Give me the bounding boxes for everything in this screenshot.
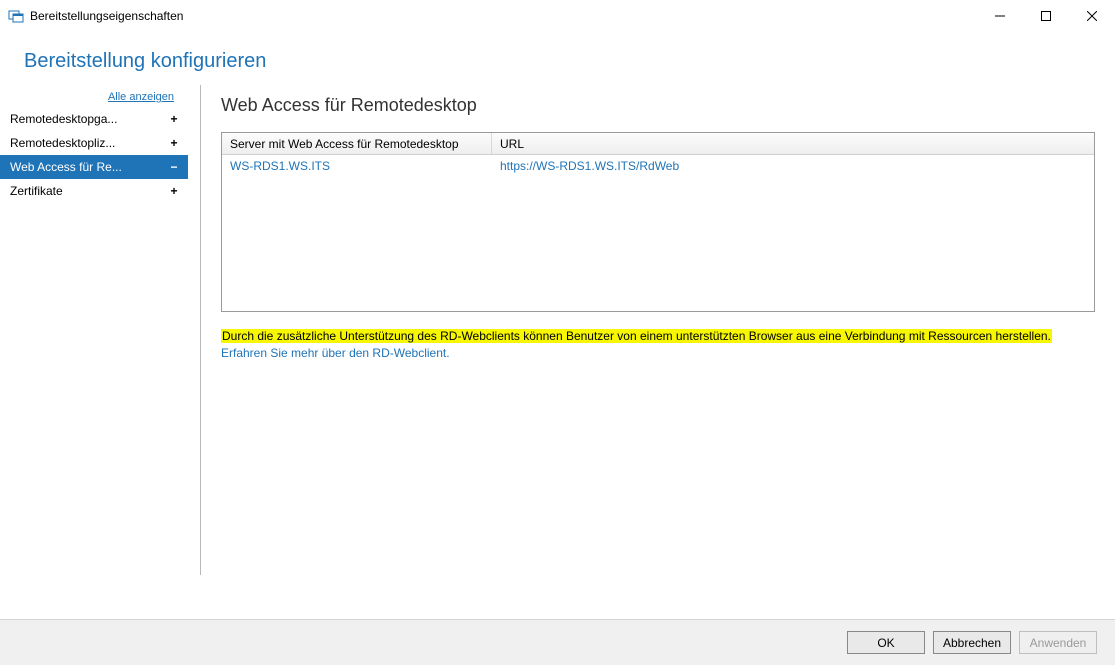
collapse-icon[interactable]: − — [166, 160, 182, 174]
app-icon — [8, 8, 24, 24]
body: Alle anzeigen Remotedesktopga... + Remot… — [0, 85, 1115, 619]
sidebar-item-web-access[interactable]: Web Access für Re... − — [0, 155, 188, 179]
dialog-footer: OK Abbrechen Anwenden — [0, 619, 1115, 665]
vertical-divider — [200, 85, 201, 575]
maximize-button[interactable] — [1023, 0, 1069, 32]
table-row[interactable]: WS-RDS1.WS.ITS https://WS-RDS1.WS.ITS/Rd… — [222, 155, 1094, 177]
page-title: Bereitstellung konfigurieren — [24, 50, 1091, 73]
sidebar: Alle anzeigen Remotedesktopga... + Remot… — [0, 85, 188, 619]
table-header: Server mit Web Access für Remotedesktop … — [222, 133, 1094, 155]
sidebar-item-label: Zertifikate — [10, 184, 166, 198]
learn-more-link[interactable]: Erfahren Sie mehr über den RD-Webclient. — [221, 346, 450, 360]
close-button[interactable] — [1069, 0, 1115, 32]
section-heading: Web Access für Remotedesktop — [221, 95, 1095, 116]
window-title: Bereitstellungseigenschaften — [30, 9, 183, 23]
minimize-button[interactable] — [977, 0, 1023, 32]
sidebar-item-label: Remotedesktopliz... — [10, 136, 166, 150]
info-block: Durch die zusätzliche Unterstützung des … — [221, 328, 1095, 363]
cell-server: WS-RDS1.WS.ITS — [222, 155, 492, 177]
sidebar-item-label: Remotedesktopga... — [10, 112, 166, 126]
server-table: Server mit Web Access für Remotedesktop … — [221, 132, 1095, 312]
url-link[interactable]: https://WS-RDS1.WS.ITS/RdWeb — [500, 159, 679, 173]
expand-icon[interactable]: + — [166, 112, 182, 126]
show-all-link[interactable]: Alle anzeigen — [0, 89, 188, 107]
page-header: Bereitstellung konfigurieren — [0, 32, 1115, 85]
sidebar-item-certificates[interactable]: Zertifikate + — [0, 179, 188, 203]
sidebar-item-label: Web Access für Re... — [10, 160, 166, 174]
expand-icon[interactable]: + — [166, 184, 182, 198]
main-panel: Web Access für Remotedesktop Server mit … — [221, 85, 1103, 619]
column-header-url[interactable]: URL — [492, 133, 1094, 154]
info-text: Durch die zusätzliche Unterstützung des … — [221, 329, 1052, 343]
column-header-server[interactable]: Server mit Web Access für Remotedesktop — [222, 133, 492, 154]
ok-button[interactable]: OK — [847, 631, 925, 654]
sidebar-item-rd-gateway[interactable]: Remotedesktopga... + — [0, 107, 188, 131]
window-controls — [977, 0, 1115, 32]
cancel-button[interactable]: Abbrechen — [933, 631, 1011, 654]
titlebar: Bereitstellungseigenschaften — [0, 0, 1115, 32]
cell-url: https://WS-RDS1.WS.ITS/RdWeb — [492, 155, 1094, 177]
expand-icon[interactable]: + — [166, 136, 182, 150]
apply-button[interactable]: Anwenden — [1019, 631, 1097, 654]
sidebar-item-rd-licensing[interactable]: Remotedesktopliz... + — [0, 131, 188, 155]
